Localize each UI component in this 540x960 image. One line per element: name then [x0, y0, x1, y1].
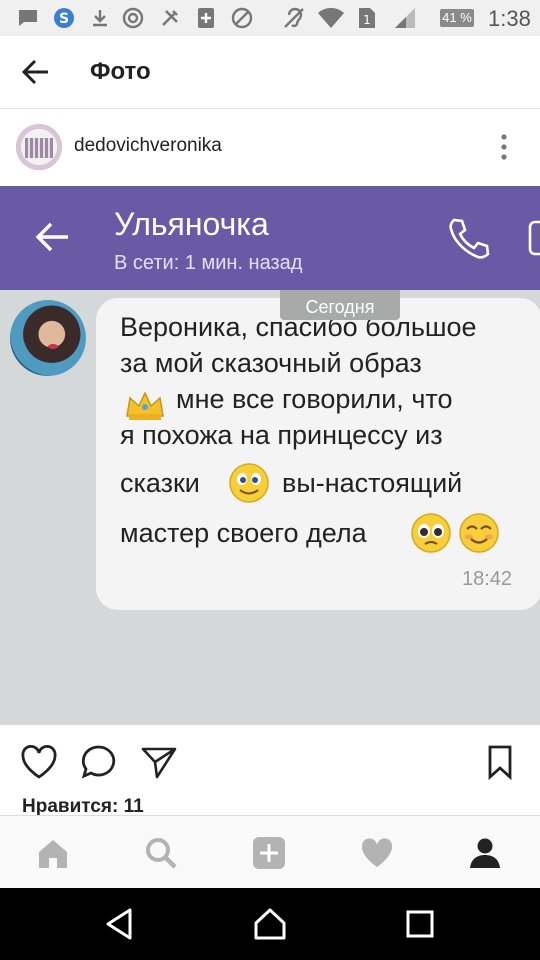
- svg-text:1: 1: [363, 13, 371, 27]
- message-line: за мой сказочный образ: [120, 348, 422, 378]
- message-line: я похожа на принцессу из: [120, 420, 443, 450]
- bookmark-icon[interactable]: [484, 744, 518, 781]
- message-icon: [16, 8, 40, 28]
- battery-indicator: 41 %: [440, 9, 474, 27]
- status-bar: S 1 41 % 1:38: [0, 0, 540, 36]
- recents-square-icon[interactable]: [402, 906, 438, 942]
- chat-area: Вероника, спасибо большое за мой сказочн…: [0, 290, 540, 725]
- at-icon: [120, 7, 146, 29]
- blush-emoji-icon: [458, 512, 500, 559]
- sim-icon: 1: [356, 8, 378, 28]
- chat-contact-status: В сети: 1 мин. назад: [114, 252, 303, 274]
- home-circle-icon[interactable]: [252, 906, 288, 942]
- home-icon[interactable]: [36, 836, 70, 870]
- chat-back-arrow-icon: [34, 220, 72, 254]
- svg-text:S: S: [59, 11, 69, 27]
- smile-emoji-icon: [228, 462, 270, 509]
- plus-box-icon: [194, 8, 218, 28]
- add-icon[interactable]: [252, 836, 286, 870]
- download-icon: [88, 8, 112, 28]
- hearing-icon: [282, 7, 308, 28]
- like-heart-icon[interactable]: [20, 744, 58, 780]
- message-bubble: Вероника, спасибо большое за мой сказочн…: [96, 298, 540, 610]
- message-time: 18:42: [462, 568, 513, 590]
- date-separator: Сегодня: [280, 290, 400, 320]
- pleading-emoji-icon: [410, 512, 452, 559]
- comment-icon[interactable]: [80, 744, 118, 780]
- avatar[interactable]: [16, 124, 62, 170]
- phone-icon: [446, 216, 490, 260]
- clock: 1:38: [488, 6, 531, 31]
- video-call-icon: [526, 220, 540, 256]
- signal-icon: [392, 8, 418, 28]
- wifi-icon: [316, 7, 346, 28]
- chat-contact-name: Ульяночка: [114, 206, 269, 242]
- bottom-tab-bar: [0, 815, 540, 889]
- skype-icon: S: [52, 8, 76, 28]
- post-header: dedovichveronika: [0, 109, 540, 185]
- post-username[interactable]: dedovichveronika: [74, 135, 222, 157]
- share-icon[interactable]: [140, 744, 178, 780]
- more-options-icon[interactable]: [492, 133, 516, 161]
- contact-avatar: [10, 300, 86, 376]
- message-line: сказки: [120, 468, 200, 498]
- app-header: Фото: [0, 36, 540, 109]
- post-actions: Нравится: 11: [0, 726, 540, 817]
- page-title: Фото: [90, 58, 151, 85]
- chat-header: Ульяночка В сети: 1 мин. назад: [0, 186, 540, 290]
- profile-icon[interactable]: [468, 836, 502, 870]
- back-triangle-icon[interactable]: [102, 906, 138, 942]
- message-line: мастер своего дела: [120, 518, 367, 548]
- message-line: мне все говорили, что: [176, 384, 453, 414]
- message-line: вы-настоящий: [282, 468, 463, 498]
- heart-icon[interactable]: [360, 836, 394, 870]
- system-nav-bar: [0, 888, 540, 960]
- search-icon[interactable]: [144, 836, 178, 870]
- back-arrow-icon[interactable]: [20, 58, 52, 86]
- block-icon: [230, 7, 254, 29]
- tools-icon: [158, 8, 182, 28]
